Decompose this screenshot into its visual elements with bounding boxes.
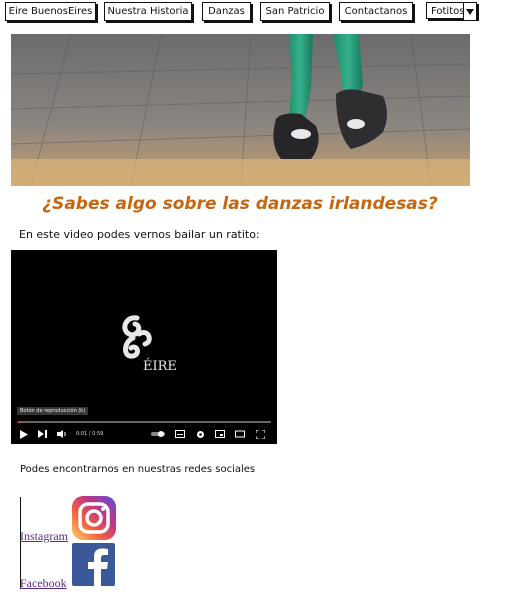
chevron-down-icon[interactable]: [463, 3, 476, 20]
volume-icon[interactable]: [57, 428, 67, 440]
nav-item-nuestra-historia[interactable]: Nuestra Historia: [104, 2, 192, 21]
theater-mode-icon[interactable]: [235, 428, 245, 440]
instagram-icon[interactable]: [72, 496, 116, 544]
eire-logo-icon: ÉIRE: [122, 315, 177, 374]
play-icon[interactable]: [19, 428, 29, 440]
social-networks-text: Podes encontrarnos en nuestras redes soc…: [20, 464, 256, 475]
nav-item-danzas[interactable]: Danzas: [202, 2, 251, 21]
page-title: ¿Sabes algo sobre las danzas irlandesas?: [42, 194, 438, 214]
video-intro-text: En este video podes vernos bailar un rat…: [19, 228, 260, 241]
play-tooltip: Botón de reproducción (k): [17, 407, 89, 415]
video-time: 0:01 / 0:59: [76, 431, 104, 437]
nav-item-eire-buenoseires[interactable]: Eire BuenosEires: [5, 2, 96, 21]
autoplay-toggle-icon[interactable]: [151, 428, 165, 440]
nav-dropdown-label: Fotitos: [431, 6, 465, 17]
settings-gear-icon[interactable]: [195, 428, 205, 440]
instagram-link[interactable]: Instagram: [20, 529, 68, 544]
nav-item-contactanos[interactable]: Contactanos: [339, 2, 413, 21]
nav-dropdown-fotitos[interactable]: Fotitos: [426, 2, 477, 20]
facebook-link[interactable]: Facebook: [20, 576, 67, 591]
nav-item-san-patricio[interactable]: San Patricio: [260, 2, 330, 21]
top-nav: Eire BuenosEires Nuestra Historia Danzas…: [0, 2, 532, 24]
facebook-icon[interactable]: [72, 543, 115, 590]
video-controls: 0:01 / 0:59: [11, 426, 277, 442]
subtitles-icon[interactable]: [175, 428, 185, 440]
video-logo-text: ÉIRE: [143, 358, 177, 374]
next-icon[interactable]: [37, 428, 47, 440]
fullscreen-icon[interactable]: [255, 428, 265, 440]
miniplayer-icon[interactable]: [215, 428, 225, 440]
video-progress-bar[interactable]: [17, 421, 271, 423]
hero-image: [11, 34, 470, 186]
video-player[interactable]: ÉIRE Botón de reproducción (k) 0:01 / 0:…: [11, 250, 277, 444]
